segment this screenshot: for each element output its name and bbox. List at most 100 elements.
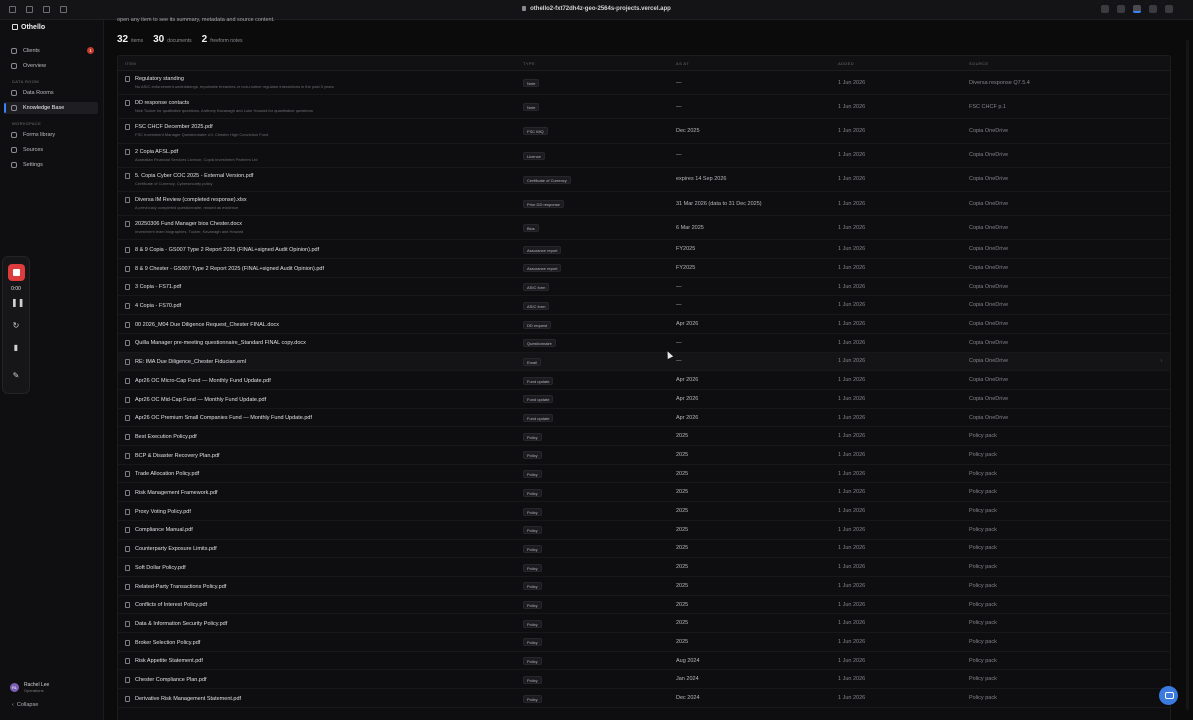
- table-row[interactable]: Apr26 OC Mid-Cap Fund — Monthly Fund Upd…: [118, 390, 1170, 409]
- sidebar-item-forms-library[interactable]: Forms library: [4, 129, 98, 141]
- table-row[interactable]: Derivative Risk Management Statement.pdf…: [118, 689, 1170, 708]
- share-icon[interactable]: [1149, 5, 1157, 13]
- sidebar-item-label: Overview: [23, 63, 46, 69]
- column-header-type[interactable]: TYPE: [523, 61, 535, 66]
- sidebar-item-overview[interactable]: Overview: [4, 60, 98, 72]
- table-row[interactable]: 8 & 9 Copia - GS007 Type 2 Report 2025 (…: [118, 240, 1170, 260]
- file-icon: [125, 452, 130, 459]
- table-row[interactable]: 8 & 9 Chester - GS007 Type 2 Report 2025…: [118, 259, 1170, 278]
- table-row[interactable]: Risk Management Framework.pdf Policy 2025 1…: [118, 484, 1170, 503]
- column-header-item[interactable]: ITEM: [125, 61, 136, 66]
- as-at-date: 2025: [676, 508, 689, 515]
- extension-icon[interactable]: [1101, 5, 1109, 13]
- table-row[interactable]: Quilla Manager pre-meeting questionnaire…: [118, 334, 1170, 353]
- source-name: Policy pack: [969, 620, 997, 627]
- table-row[interactable]: Best Execution Policy.pdf Policy 2025 1 Jun…: [118, 427, 1170, 447]
- type-badge: DD request: [523, 320, 552, 329]
- documents-count: 30: [153, 34, 165, 45]
- added-date: 1 Jun 2026: [838, 695, 866, 702]
- table-row[interactable]: Data & Information Security Policy.pdf Po…: [118, 614, 1170, 634]
- gear-icon: [11, 162, 17, 168]
- as-at-date: 2025: [676, 545, 689, 552]
- restart-icon[interactable]: ↻: [11, 321, 21, 331]
- table-row[interactable]: RE: IMA Due Diligence_Chester Fiducian.e…: [118, 352, 1170, 372]
- sidebar-item-settings[interactable]: Settings: [4, 159, 98, 171]
- table-row[interactable]: Soft Dollar Policy.pdf Policy 2025 1 Jun 20…: [118, 558, 1170, 577]
- table-row[interactable]: Trade Allocation Policy.pdf Policy 2025 1 J…: [118, 465, 1170, 484]
- table-row[interactable]: Counterparty Exposure Limits.pdf Policy 20…: [118, 540, 1170, 559]
- table-row[interactable]: 00 2026_M04 Due Diligence Request_Cheste…: [118, 315, 1170, 334]
- sidebar-item-sources[interactable]: Sources: [4, 144, 98, 156]
- table-row[interactable]: 2 Copia AFSL.pdf Australian Financial Ser…: [118, 144, 1170, 168]
- source-name: Copia OneDrive: [969, 395, 1009, 402]
- table-row[interactable]: Broker Selection Policy.pdf Policy 2025 1 J…: [118, 633, 1170, 652]
- table-row[interactable]: FSC CHCF December 2025.pdf FSC Investment…: [118, 119, 1170, 144]
- item-name: Counterparty Exposure Limits.pdf: [135, 546, 217, 553]
- table-row[interactable]: Diversa IM Review (completed response).x…: [118, 192, 1170, 217]
- item-name: Risk Appetite Statement.pdf: [135, 658, 203, 665]
- table-row[interactable]: BCP & Disaster Recovery Plan.pdf Policy 20…: [118, 446, 1170, 465]
- table-row[interactable]: 4 Copia - FS70.pdf ASIC form — 1 Jun 2026 Co…: [118, 297, 1170, 316]
- stop-recording-button[interactable]: [8, 264, 25, 281]
- table-row[interactable]: Apr26 OC Micro-Cap Fund — Monthly Fund U…: [118, 371, 1170, 390]
- chat-button[interactable]: [1159, 686, 1178, 705]
- as-at-date: 2025: [676, 582, 689, 589]
- sidebar-item-label: Knowledge Base: [23, 105, 65, 111]
- source-name: Policy pack: [969, 564, 997, 571]
- table-row[interactable]: Related-Party Transactions Policy.pdf Pol…: [118, 577, 1170, 596]
- item-name: Chester Compliance Plan.pdf: [135, 677, 207, 683]
- sidebar-item-knowledge-base[interactable]: Knowledge Base: [4, 102, 98, 114]
- address-bar[interactable]: othello2-fxt72dh4z-geo-2564s-projects.ve…: [0, 6, 1193, 12]
- item-name: 3 Copia - FS71.pdf: [135, 284, 182, 291]
- source-name: FSC CHCF p.1: [969, 103, 1006, 110]
- added-date: 1 Jun 2026: [838, 433, 866, 440]
- sidebar-item-clients[interactable]: Clients 1: [4, 45, 98, 57]
- added-date: 1 Jun 2026: [838, 638, 866, 645]
- notes-label: freeform notes: [210, 38, 243, 44]
- sidebar-item-data-rooms[interactable]: Data Rooms: [4, 87, 98, 99]
- pen-icon[interactable]: ✎: [11, 371, 21, 381]
- table-row[interactable]: Chester Compliance Plan.pdf Policy Jan 202…: [118, 671, 1170, 690]
- active-extension-icon[interactable]: [1133, 5, 1141, 13]
- type-badge: Note: [523, 103, 540, 112]
- table-row[interactable]: 5. Copia Cyber COC 2025 - External Versi…: [118, 168, 1170, 192]
- recording-panel: 0:00 ❚❚ ↻ ▮ ✎: [2, 256, 30, 394]
- table-row[interactable]: Compliance Manual.pdf Policy 2025 1 Jun 202…: [118, 521, 1170, 540]
- as-at-date: Dec 2024: [676, 695, 700, 702]
- tabs-icon[interactable]: [1165, 5, 1173, 13]
- as-at-date: 2025: [676, 638, 689, 645]
- as-at-date: —: [676, 358, 682, 365]
- type-badge: Policy: [523, 488, 542, 497]
- table-row[interactable]: Conflicts of Interest Policy.pdf Policy 20…: [118, 596, 1170, 615]
- brand-logo[interactable]: Othello: [12, 24, 45, 31]
- table-row[interactable]: 3 Copia - FS71.pdf ASIC form — 1 Jun 2026 Co…: [118, 278, 1170, 297]
- as-at-date: Apr 2026: [676, 395, 699, 402]
- type-badge: Policy: [523, 507, 542, 516]
- item-name: Apr26 OC Mid-Cap Fund — Monthly Fund Upd…: [135, 396, 267, 403]
- added-date: 1 Jun 2026: [838, 339, 866, 346]
- profile-icon[interactable]: [1117, 5, 1125, 13]
- pause-icon[interactable]: ❚❚: [11, 298, 24, 308]
- type-badge: Certificate of Currency: [523, 175, 571, 184]
- collapse-button[interactable]: ‹ Collapse: [12, 702, 38, 708]
- table-row[interactable]: 20250306 Fund Manager bios Chester.docx I…: [118, 216, 1170, 241]
- table-row[interactable]: Proxy Voting Policy.pdf Policy 2025 1 Jun 2…: [118, 502, 1170, 521]
- column-header-as-at[interactable]: AS AT: [676, 61, 689, 66]
- item-name: Conflicts of Interest Policy.pdf: [135, 602, 208, 609]
- scrollbar[interactable]: [1186, 40, 1189, 710]
- item-name: Quilla Manager pre-meeting questionnaire…: [135, 340, 306, 347]
- source-name: Copia OneDrive: [969, 127, 1009, 134]
- as-at-date: Aug 2024: [676, 657, 700, 664]
- column-header-source[interactable]: SOURCE: [969, 61, 989, 66]
- table-row[interactable]: DD response contacts Nick Tucker for qual…: [118, 95, 1170, 120]
- as-at-date: Jan 2024: [676, 676, 699, 683]
- type-badge: Fund update: [523, 395, 554, 404]
- table-row[interactable]: Regulatory standing No ASIC enforcement u…: [118, 71, 1170, 96]
- table-row[interactable]: Risk Appetite Statement.pdf Policy Aug 202…: [118, 652, 1170, 671]
- table-row[interactable]: Apr26 OC Premium Small Companies Fund — …: [118, 409, 1170, 428]
- type-badge: Fund update: [523, 414, 554, 423]
- added-date: 1 Jun 2026: [838, 489, 866, 496]
- user-profile[interactable]: RL Rachel Lee Operations: [10, 682, 49, 693]
- trash-icon[interactable]: ▮: [11, 343, 21, 353]
- column-header-added[interactable]: ADDED: [838, 61, 854, 66]
